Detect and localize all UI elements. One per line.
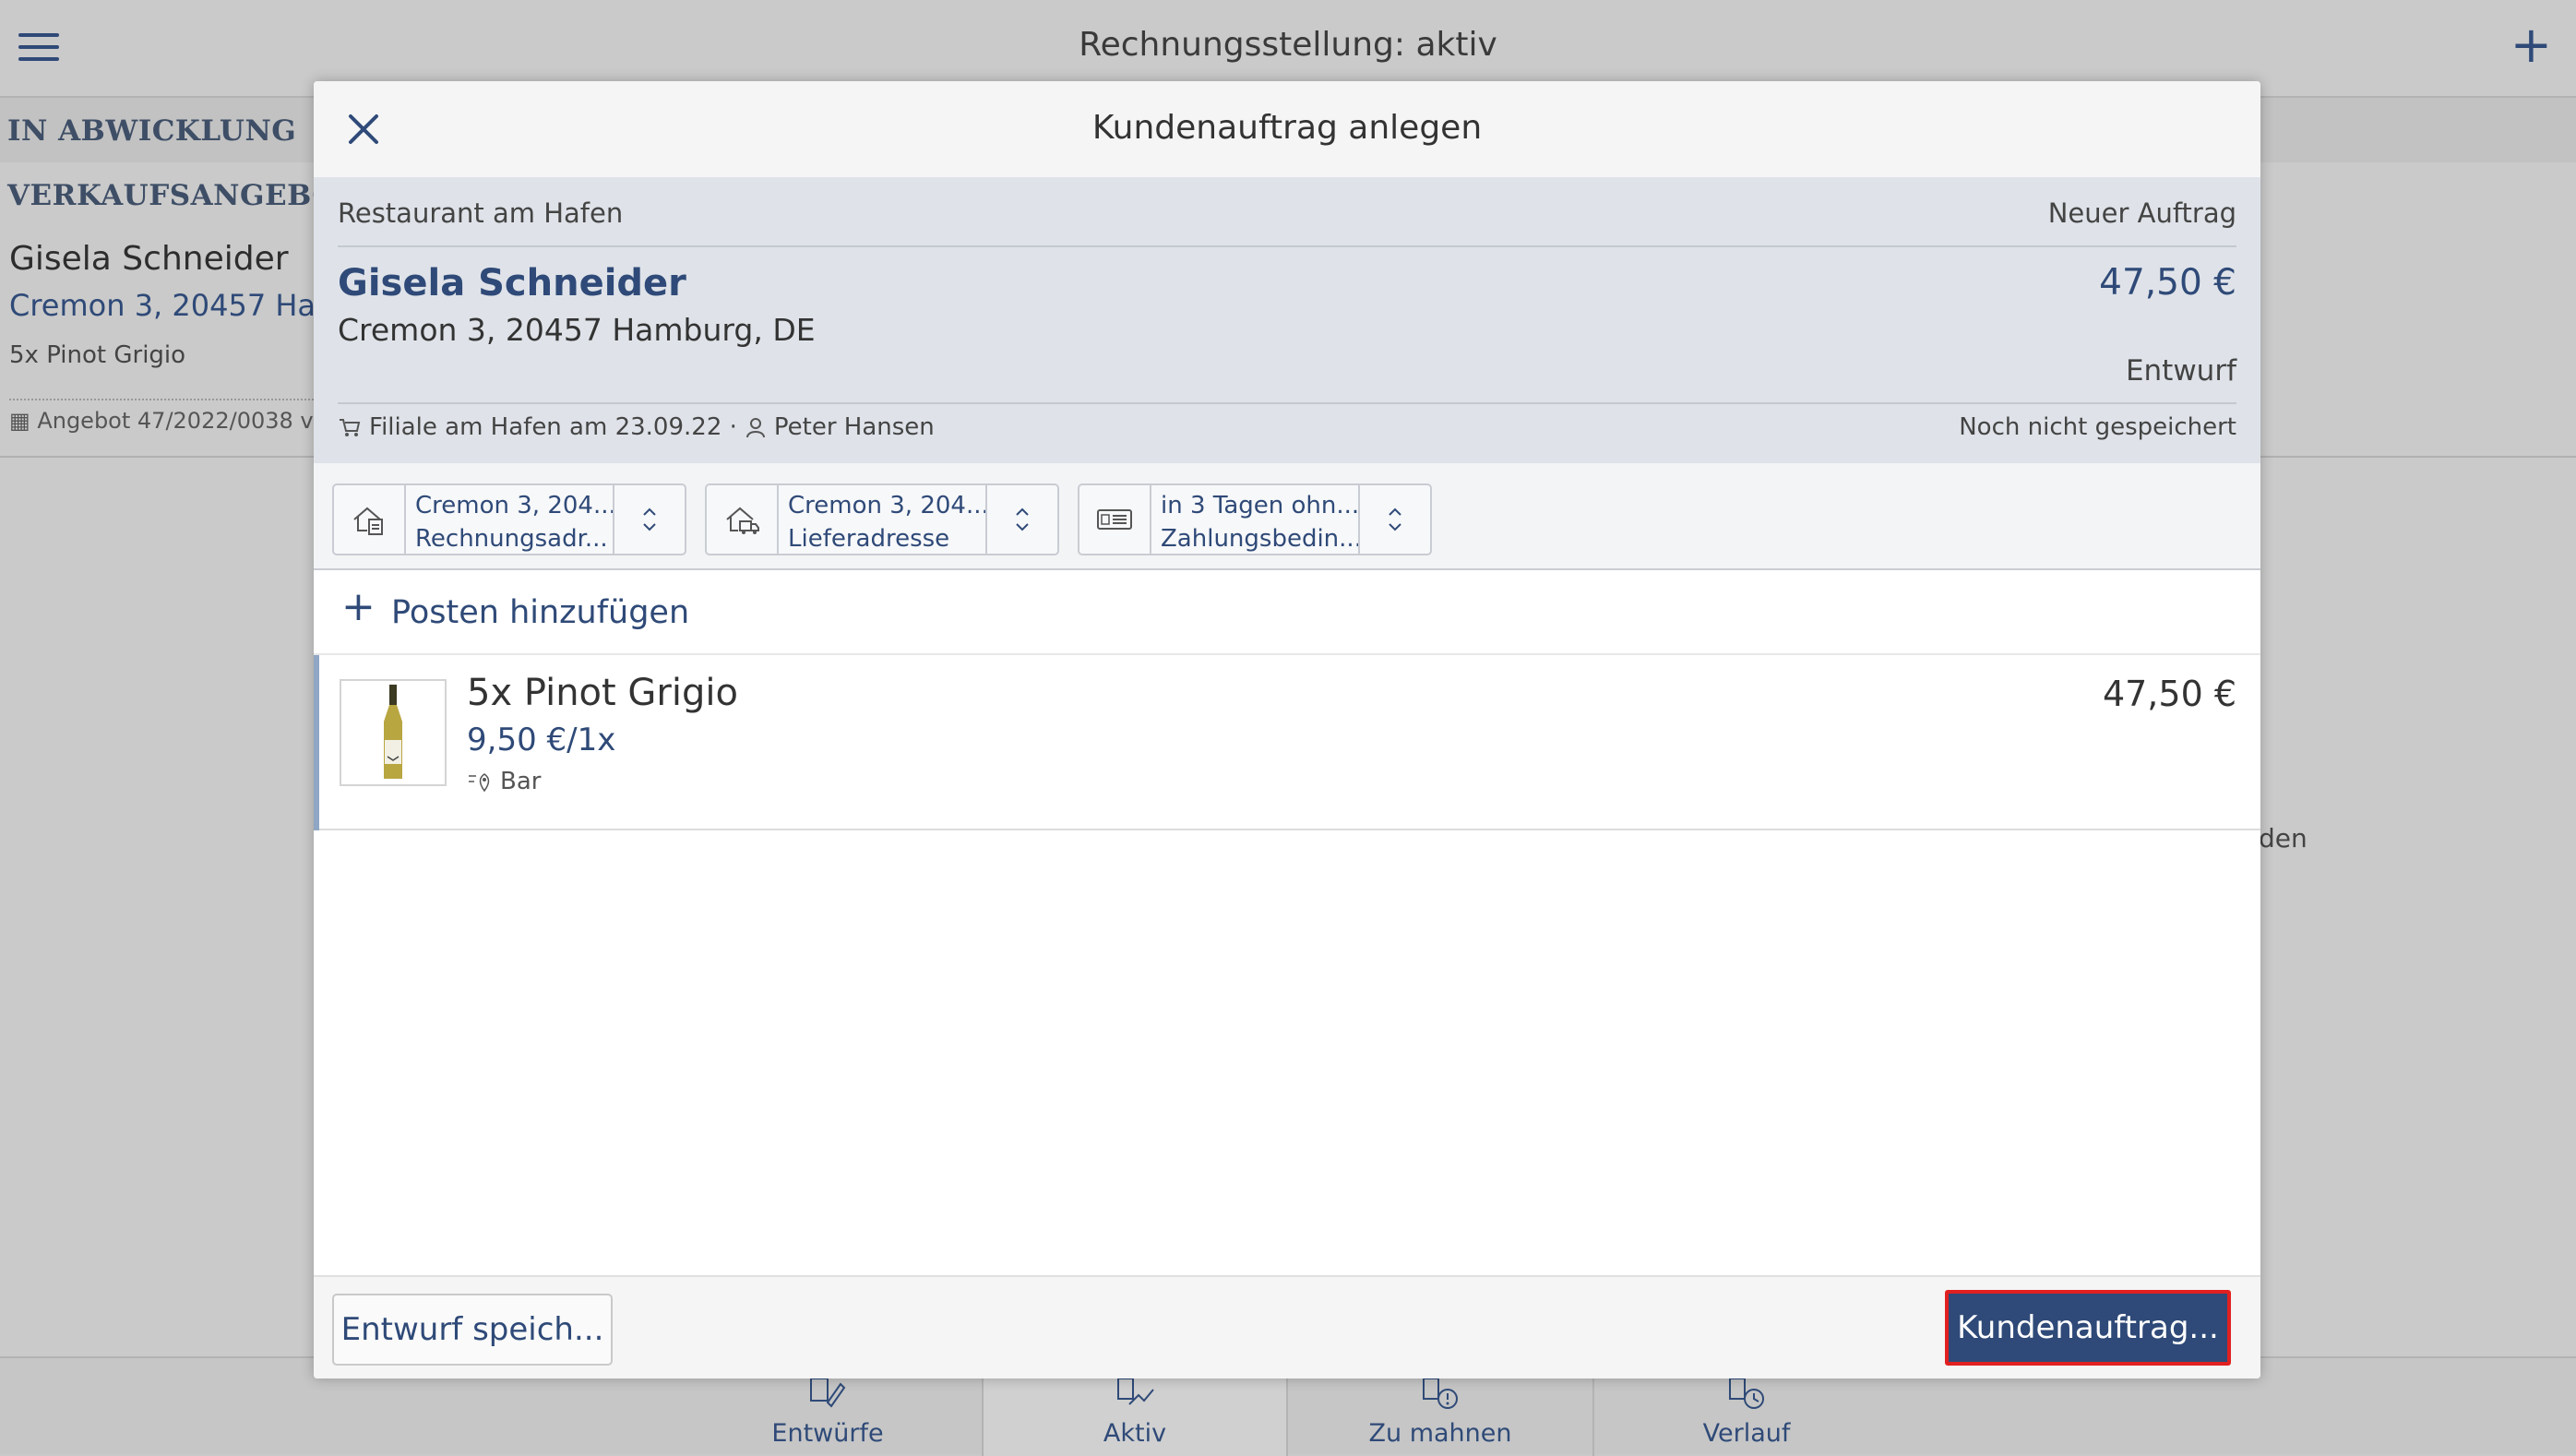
reminder-icon <box>1423 1378 1458 1409</box>
order-total: 47,50 € <box>2099 262 2236 304</box>
selector-value: in 3 Tagen ohn... <box>1161 492 1360 519</box>
cart-icon <box>340 419 361 436</box>
tab-label: Aktiv <box>1103 1419 1167 1448</box>
divider <box>9 399 314 400</box>
order-state: Neuer Auftrag <box>2047 197 2236 229</box>
selector-label: Rechnungsadr... <box>415 525 608 553</box>
selector-label: Zahlungsbedin... <box>1161 525 1362 553</box>
order-selectors: Cremon 3, 204... Rechnungsadr... Cremon … <box>314 463 2260 570</box>
item-unit-price: 9,50 €/1x <box>467 722 616 758</box>
page-title: Rechnungsstellung: aktiv <box>1079 26 1497 64</box>
customer-name: Gisela Schneider <box>9 240 289 278</box>
customer-panel: Restaurant am Hafen Neuer Auftrag Gisela… <box>314 177 2260 463</box>
add-item-label: Posten hinzufügen <box>391 594 690 631</box>
order-meta: Filiale am Hafen am 23.09.22 · Peter Han… <box>338 413 935 441</box>
offer-reference: ▦ Angebot 47/2022/0038 via F <box>9 408 352 434</box>
selector-value: Cremon 3, 204... <box>788 492 989 519</box>
document-icon: ▦ <box>9 408 38 434</box>
tab-label: Entwürfe <box>771 1419 884 1448</box>
customer-address: Cremon 3, 20457 Hamburg, DE <box>338 312 816 348</box>
divider <box>338 245 2236 247</box>
offer-text: Angebot 47/2022/0038 via F <box>37 408 353 434</box>
draft-icon <box>810 1378 846 1408</box>
dialog-footer: Entwurf speich... Kundenauftrag... <box>314 1275 2260 1378</box>
selection-indicator <box>314 655 319 830</box>
tab-label: Zu mahnen <box>1368 1419 1512 1448</box>
user-icon <box>745 418 765 438</box>
payment-terms-icon <box>1079 485 1151 554</box>
item-location: Bar <box>467 768 541 795</box>
location-icon <box>469 773 490 793</box>
chevron-up-down-icon[interactable] <box>1358 485 1430 554</box>
app-background: Rechnungsstellung: aktiv + IN ABWICKLUNG… <box>0 0 2576 1456</box>
location-label: Bar <box>500 768 542 795</box>
restaurant-name: Restaurant am Hafen <box>338 197 624 229</box>
plus-icon: + <box>341 583 376 630</box>
save-draft-button[interactable]: Entwurf speich... <box>332 1294 613 1366</box>
dialog-header: Kundenauftrag anlegen <box>314 81 2260 177</box>
add-item-button[interactable]: + Posten hinzufügen <box>314 570 2260 655</box>
billing-address-selector[interactable]: Cremon 3, 204... Rechnungsadr... <box>332 483 686 555</box>
payment-terms-selector[interactable]: in 3 Tagen ohn... Zahlungsbedin... <box>1078 483 1432 555</box>
divider <box>338 402 2236 404</box>
delivery-address-selector[interactable]: Cremon 3, 204... Lieferadresse <box>705 483 1059 555</box>
billing-address-icon <box>334 485 406 554</box>
background-text: den <box>2259 823 2308 853</box>
chevron-up-down-icon[interactable] <box>985 485 1057 554</box>
tab-label: Verlauf <box>1702 1419 1791 1448</box>
item-total: 47,50 € <box>2102 674 2236 714</box>
create-order-button[interactable]: Kundenauftrag... <box>1945 1290 2231 1366</box>
customer-name[interactable]: Gisela Schneider <box>338 262 686 304</box>
product-image <box>340 679 447 786</box>
create-order-dialog: Kundenauftrag anlegen Restaurant am Hafe… <box>314 81 2260 1378</box>
add-icon[interactable]: + <box>2510 20 2552 70</box>
history-icon <box>1729 1378 1764 1409</box>
selector-label: Lieferadresse <box>788 525 950 553</box>
status-badge: Entwurf <box>2125 354 2236 388</box>
delivery-address-icon <box>707 485 779 554</box>
item-summary: 5x Pinot Grigio <box>9 341 186 369</box>
order-line-item[interactable]: 5x Pinot Grigio 9,50 €/1x Bar 47,50 € <box>314 655 2260 830</box>
branch-info: Filiale am Hafen am 23.09.22 · <box>369 413 737 441</box>
user-name: Peter Hansen <box>773 413 935 441</box>
section-label: IN ABWICKLUNG <box>7 114 297 148</box>
dialog-title: Kundenauftrag anlegen <box>1091 109 1483 147</box>
selector-value: Cremon 3, 204... <box>415 492 616 519</box>
save-state: Noch nicht gespeichert <box>1959 413 2236 441</box>
wine-bottle-icon <box>384 685 402 779</box>
chevron-up-down-icon[interactable] <box>613 485 685 554</box>
active-icon <box>1117 1378 1154 1405</box>
item-name: 5x Pinot Grigio <box>467 672 738 714</box>
